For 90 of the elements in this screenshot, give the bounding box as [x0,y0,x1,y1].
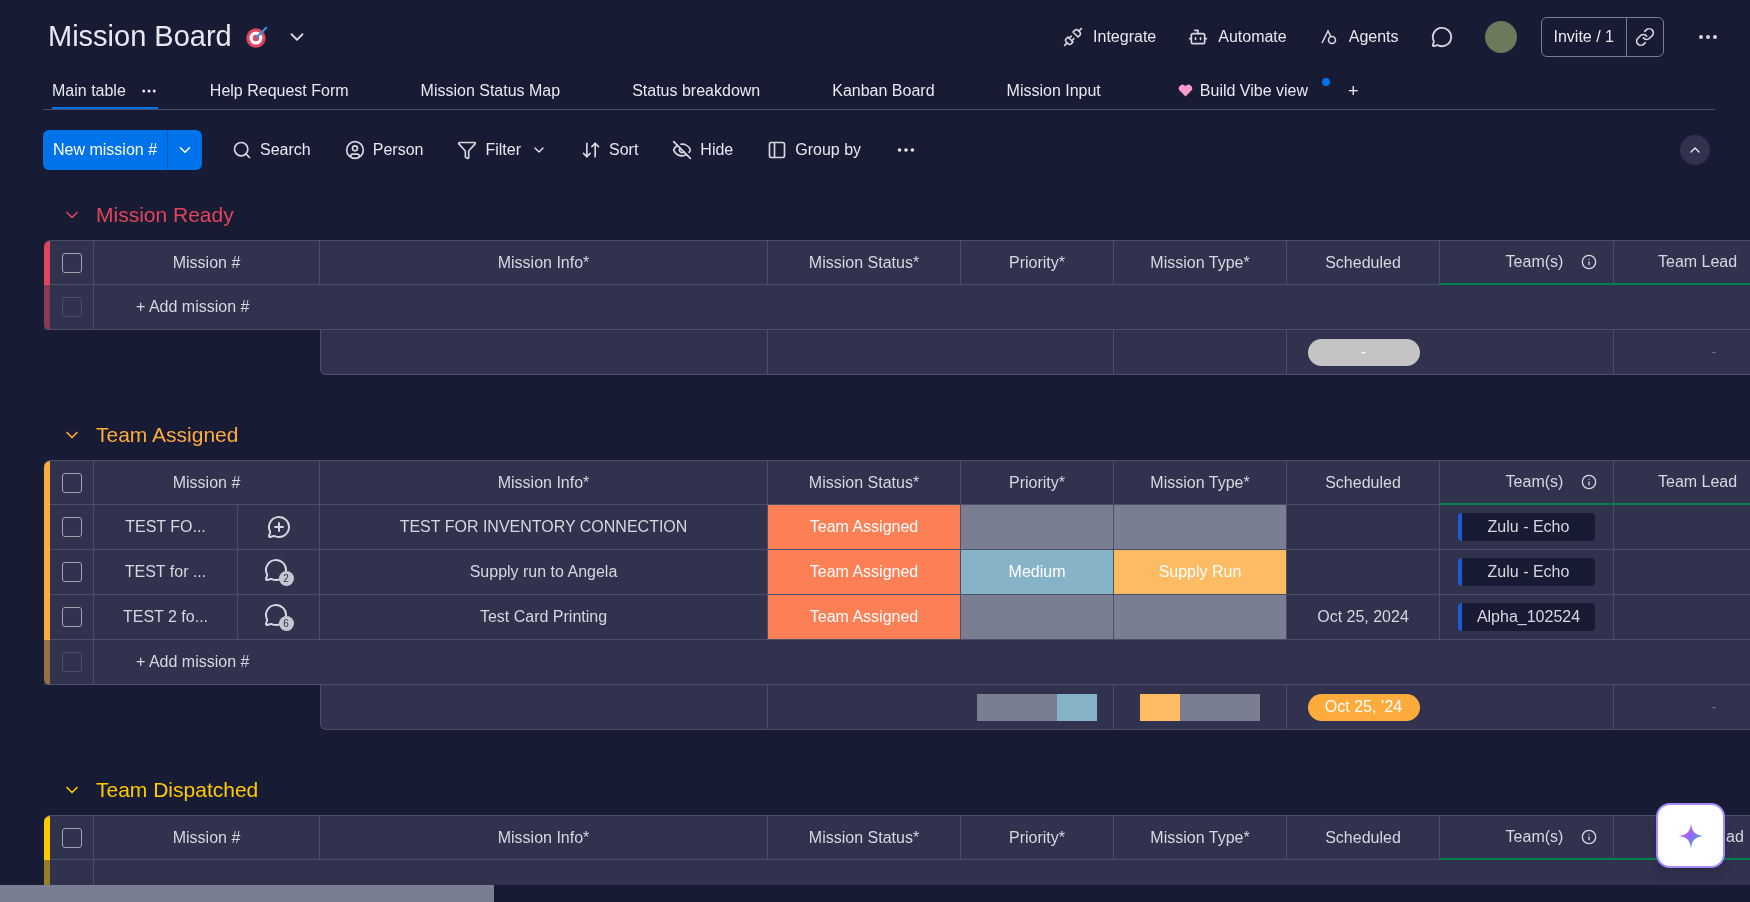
date-range-pill: - [1307,338,1420,366]
column-header[interactable]: Priority* [1009,250,1065,275]
board-title[interactable]: Mission Board [48,15,232,59]
chat-icon[interactable] [1430,26,1453,48]
checkbox[interactable] [61,517,82,537]
column-header[interactable]: Mission Type* [1150,470,1250,495]
view-tab[interactable]: Help Request Form [209,74,349,109]
mission-name[interactable]: TEST FO... [125,515,206,539]
checkbox[interactable] [61,472,82,493]
add-row-field[interactable]: + Add mission # [136,650,250,674]
view-tab[interactable]: Status breakdown [632,74,761,109]
checkbox[interactable] [61,827,82,848]
panel-icon [767,140,788,160]
toolbar-button[interactable]: Sort [581,138,639,162]
column-header[interactable]: Team(s) [1505,470,1564,494]
scrollbar-thumb[interactable] [0,885,494,902]
column-header[interactable]: Team(s) [1505,825,1564,849]
column-header[interactable]: Mission Status* [808,825,920,850]
column-header[interactable]: Priority* [1009,470,1065,495]
column-header[interactable]: Scheduled [1325,825,1401,850]
robot-icon [1188,27,1209,47]
filter-icon [457,140,478,160]
info-icon[interactable] [1581,829,1598,845]
column-header[interactable]: Mission Info* [497,470,590,495]
invite-button[interactable]: Invite / 1 [1541,18,1627,56]
group-title[interactable]: Team Dispatched [96,774,259,806]
column-header[interactable]: Scheduled [1325,470,1401,495]
person-icon [344,140,365,160]
mission-info[interactable]: Test Card Printing [479,605,608,629]
collapse-button[interactable] [1680,135,1710,165]
checkbox[interactable] [61,252,82,273]
column-header[interactable]: Mission Type* [1150,825,1250,850]
info-icon[interactable] [1581,474,1598,490]
toolbar-button[interactable]: Hide [672,138,734,162]
eye-off-icon [672,140,693,160]
mission-info[interactable]: TEST FOR INVENTORY CONNECTION [399,515,688,539]
column-header[interactable]: Team Lead [1658,470,1738,494]
toolbar-action[interactable]: Integrate [1063,25,1157,49]
avatar[interactable] [1484,21,1517,53]
info-icon[interactable] [1581,254,1598,270]
toolbar-action[interactable]: Automate [1188,25,1287,49]
team-lead-summary: - [1711,698,1717,717]
view-tab[interactable]: Main table [52,74,158,109]
date-range-pill: Oct 25, ’24 [1307,693,1420,721]
column-header[interactable]: Scheduled [1325,250,1401,275]
checkbox[interactable] [61,562,82,582]
column-header[interactable]: Mission Status* [808,250,920,275]
column-header[interactable]: Mission # [172,825,241,850]
heart-icon [1176,82,1194,99]
column-header[interactable]: Team Lead [1658,250,1738,274]
add-update-icon[interactable] [266,515,291,539]
view-tab[interactable]: Build Vibe view [1176,74,1309,109]
column-header[interactable]: Mission Status* [808,470,920,495]
team-tag[interactable]: Zulu - Echo [1458,558,1595,586]
search-icon [232,140,253,160]
checkbox[interactable] [61,607,82,627]
group-title[interactable]: Team Assigned [96,419,239,451]
add-view-button[interactable]: + [1348,74,1359,109]
mission-name[interactable]: TEST for ... [124,560,207,584]
column-header[interactable]: Mission Info* [497,825,590,850]
group-title[interactable]: Mission Ready [96,199,234,231]
team-lead-summary: - [1711,343,1717,362]
toolbar-action[interactable]: Agents [1318,25,1399,49]
add-row-field[interactable]: + Add mission # [136,295,250,319]
column-header[interactable]: ad [1726,825,1744,849]
column-header[interactable]: Priority* [1009,825,1065,850]
column-header[interactable]: Mission # [172,250,241,275]
agents-icon [1318,27,1339,47]
column-header[interactable]: Mission Info* [497,250,590,275]
sort-icon [581,140,601,160]
new-mission-button[interactable]: New mission # [43,130,168,170]
column-header[interactable]: Team(s) [1505,250,1564,274]
mission-name[interactable]: TEST 2 fo... [122,605,209,629]
toolbar-button[interactable]: Person [344,138,424,162]
toolbar-button[interactable]: Filter [457,138,521,162]
column-header[interactable]: Mission Type* [1150,250,1250,275]
link-icon [1635,27,1655,47]
toolbar-button[interactable]: Search [232,138,311,162]
column-header[interactable]: Mission # [172,470,241,495]
view-tab[interactable]: Kanban Board [832,74,935,109]
target-icon [243,24,270,50]
horizontal-scrollbar[interactable] [0,885,1750,902]
plug-icon [1063,27,1084,47]
view-tab[interactable]: Mission Input [1006,74,1101,109]
mission-info[interactable]: Supply run to Angela [469,560,618,584]
toolbar-button[interactable]: Group by [767,138,862,162]
team-tag[interactable]: Zulu - Echo [1458,513,1595,541]
ai-assistant-button[interactable] [1656,803,1725,868]
team-tag[interactable]: Alpha_102524 [1458,603,1595,631]
view-tab[interactable]: Mission Status Map [420,74,561,109]
